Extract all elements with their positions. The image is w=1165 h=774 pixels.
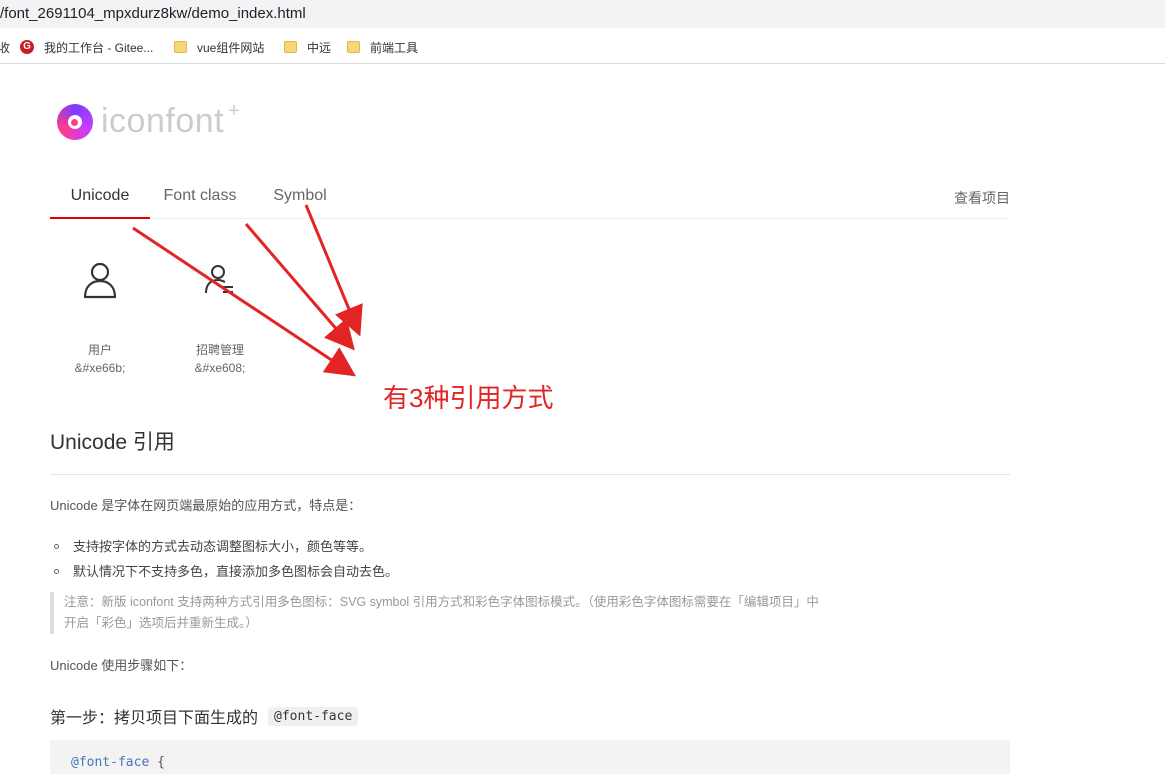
tab-unicode[interactable]: Unicode [50, 182, 150, 219]
step-one-heading: 第一步：拷贝项目下面生成的 @font-face [50, 704, 359, 728]
tab-symbol[interactable]: Symbol [260, 182, 340, 219]
bookmark-gitee[interactable]: G 我的工作台 - Gitee... [20, 38, 153, 56]
icon-card-recruit[interactable]: 招聘管理 &#xe608; [170, 255, 270, 377]
logo-plus: + [228, 100, 240, 122]
step-one-label: 第一步：拷贝项目下面生成的 [50, 710, 259, 727]
folder-icon [174, 41, 187, 53]
divider [50, 474, 1010, 475]
list-item: 支持按字体的方式去动态调整图标大小，颜色等等。 [54, 534, 398, 559]
icon-code: &#xe66b; [74, 361, 126, 375]
user-icon [50, 255, 150, 305]
bookmark-edge-item[interactable]: 收 [0, 38, 10, 56]
code-keyword: @font-face [71, 755, 150, 770]
icon-name: 用户 [87, 343, 112, 357]
bookmark-label: vue组件网站 [197, 40, 265, 55]
logo-text: iconfont [101, 102, 225, 140]
bookmark-label: 我的工作台 - Gitee... [44, 40, 154, 55]
gitee-icon: G [20, 40, 34, 54]
folder-icon [284, 41, 297, 53]
icon-name: 招聘管理 [195, 343, 244, 357]
bookmark-frontend-tools[interactable]: 前端工具 [347, 38, 418, 56]
inline-code: @font-face [268, 706, 359, 726]
bookmark-vue-components[interactable]: vue组件网站 [174, 38, 264, 56]
url-text: /font_2691104_mpxdurz8kw/demo_index.html [0, 5, 306, 22]
section-heading: Unicode 引用 [50, 431, 175, 454]
iconfont-logo-icon [57, 103, 93, 140]
tab-bar: Unicode Font class Symbol 查看项目 [50, 182, 1010, 219]
list-item: 默认情况下不支持多色，直接添加多色图标会自动去色。 [54, 559, 398, 584]
bullet-icon [54, 569, 59, 574]
code-brace: { [157, 755, 165, 770]
note-blockquote: 注意：新版 iconfont 支持两种方式引用多色图标：SVG symbol 引… [50, 592, 840, 634]
code-block: @font-face { [50, 740, 1010, 774]
bullet-icon [54, 544, 59, 549]
icon-code: &#xe608; [194, 361, 246, 375]
view-project-link[interactable]: 查看项目 [954, 188, 1010, 208]
feature-list: 支持按字体的方式去动态调整图标大小，颜色等等。 默认情况下不支持多色，直接添加多… [54, 534, 398, 584]
bookmark-label: 中远 [307, 40, 332, 55]
steps-intro: Unicode 使用步骤如下： [50, 658, 193, 673]
bookmark-zhongyuan[interactable]: 中远 [284, 38, 331, 56]
bookmarks-bar: 收 G 我的工作台 - Gitee... vue组件网站 中远 前端工具 [0, 28, 1165, 64]
note-line: 注意：新版 iconfont 支持两种方式引用多色图标：SVG symbol 引… [64, 595, 819, 609]
bookmark-label: 前端工具 [370, 40, 419, 55]
folder-icon [347, 41, 360, 53]
note-line: 开启「彩色」选项后并重新生成。） [64, 616, 258, 630]
iconfont-logo[interactable]: iconfont + [57, 100, 240, 141]
bookmark-edge-label: 收 [0, 40, 11, 55]
tab-font-class[interactable]: Font class [150, 182, 250, 219]
icon-card-user[interactable]: 用户 &#xe66b; [50, 255, 150, 377]
code-line: @font-face { [71, 755, 165, 770]
recruit-icon [170, 255, 270, 305]
annotation-text: 有3种引用方式 [383, 383, 554, 413]
arrow-from-symbol [304, 204, 363, 337]
intro-text: Unicode 是字体在网页端最原始的应用方式，特点是： [50, 498, 362, 513]
address-bar[interactable]: /font_2691104_mpxdurz8kw/demo_index.html [0, 0, 1165, 28]
